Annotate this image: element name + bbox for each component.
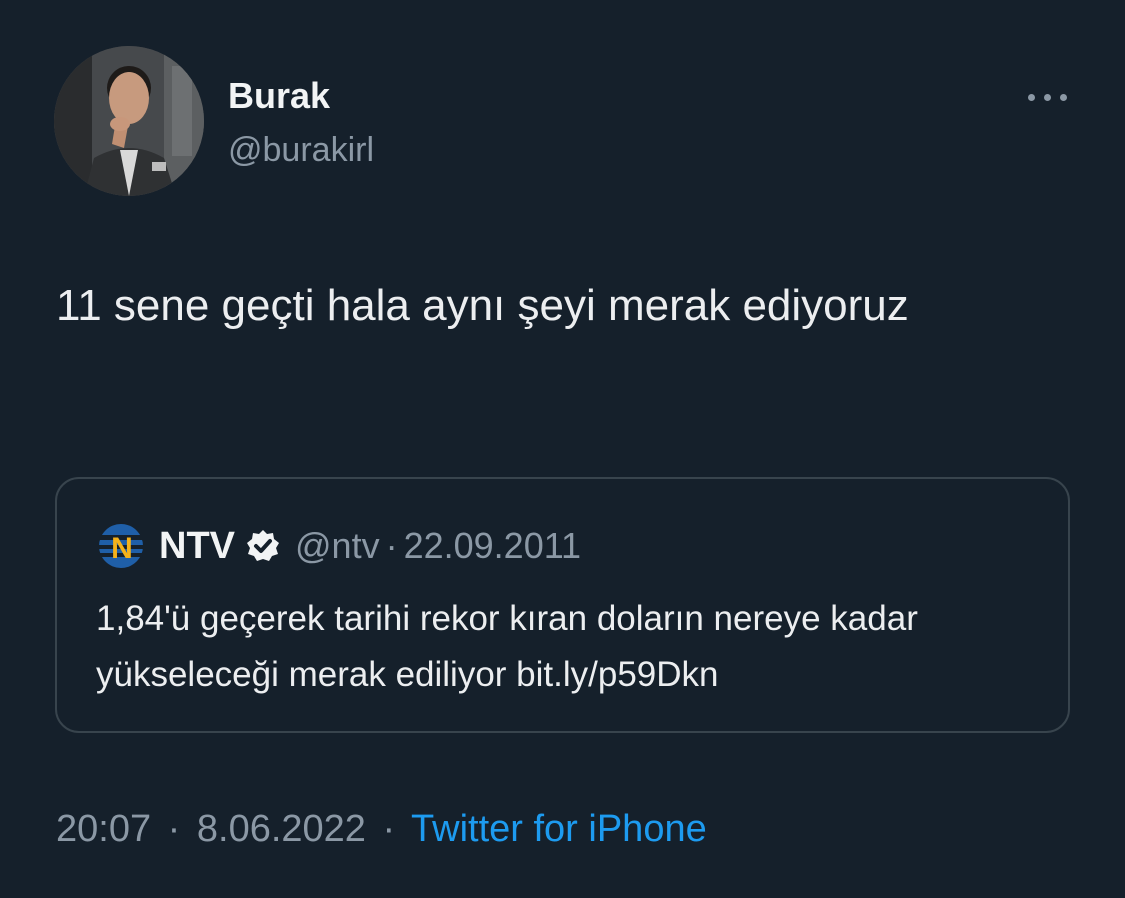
tweet-footer: 20:07 · 8.06.2022 · Twitter for iPhone [56,805,707,853]
avatar-photo [54,46,204,196]
tweet-text: 11 sene geçti hala aynı şeyi merak ediyo… [56,281,909,330]
footer-separator: · [382,808,396,850]
quoted-tweet-header: N NTV @ntv · 22.09.2011 [97,521,581,571]
avatar[interactable] [54,46,204,196]
author-display-name[interactable]: Burak [228,75,330,117]
quoted-separator: · [385,525,398,566]
tweet-time[interactable]: 20:07 [56,808,151,850]
more-horizontal-icon [1028,94,1035,101]
verified-badge-icon [247,530,279,561]
footer-separator: · [167,808,181,850]
quoted-tweet-card[interactable]: N NTV @ntv · 22.09.2011 1,84'ü geçerek t… [55,477,1070,733]
quoted-handle[interactable]: @ntv [295,525,380,567]
quoted-tweet-text: 1,84'ü geçerek tarihi rekor kıran doları… [96,599,918,694]
more-options-button[interactable] [1028,92,1070,102]
ntv-logo-letter: N [111,532,133,565]
ntv-logo-icon[interactable]: N [97,522,145,570]
author-handle[interactable]: @burakirl [228,130,374,170]
quoted-date[interactable]: 22.09.2011 [404,525,582,567]
quoted-author-name[interactable]: NTV [159,525,235,568]
more-dot [1060,94,1067,101]
tweet-source-link[interactable]: Twitter for iPhone [411,808,707,850]
tweet-date[interactable]: 8.06.2022 [197,808,366,850]
more-dot [1044,94,1051,101]
